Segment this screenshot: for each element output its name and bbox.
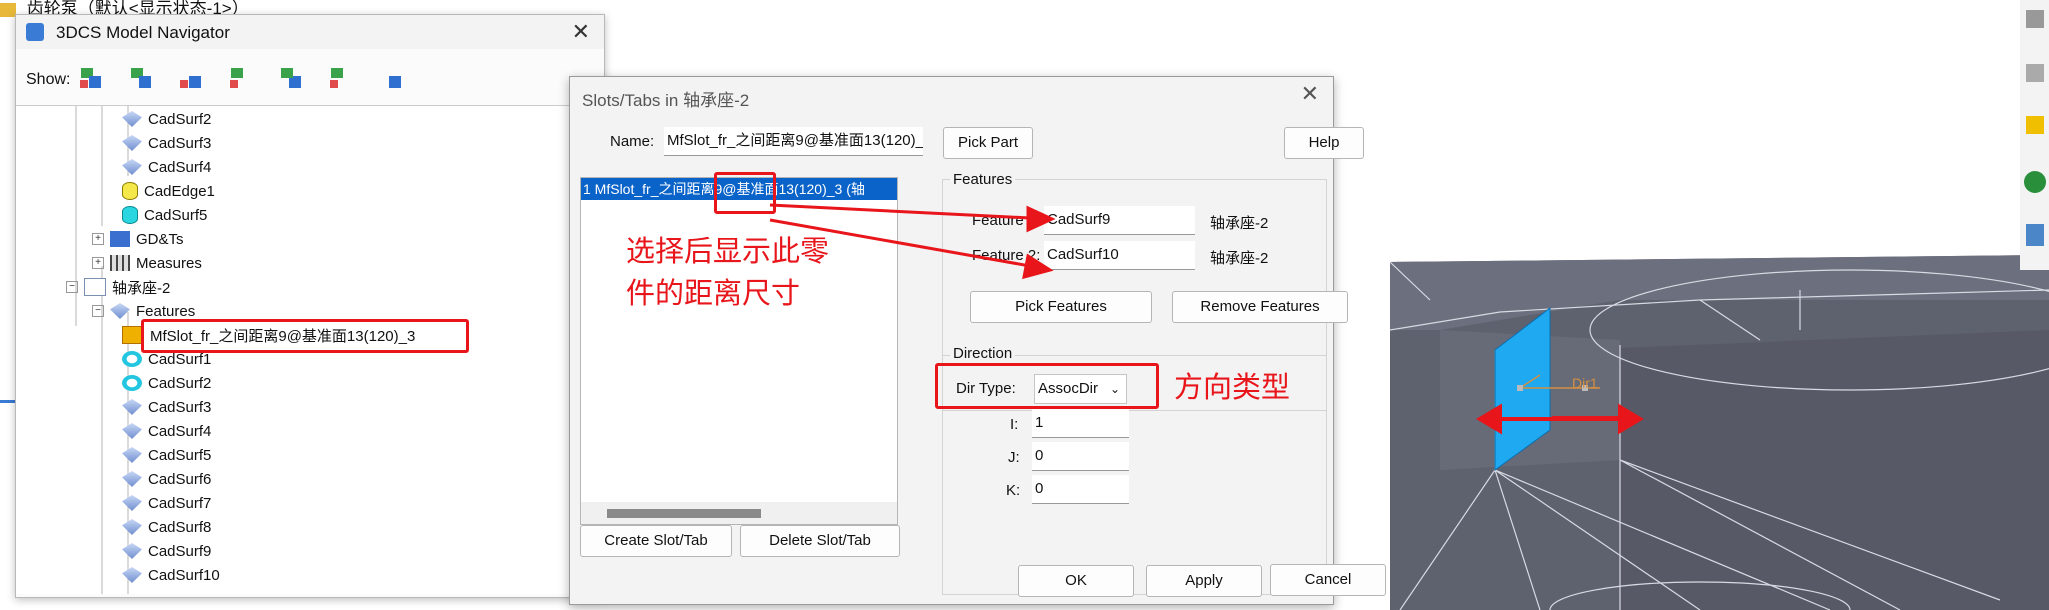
annotation-arrows <box>769 203 1056 280</box>
cancel-button[interactable]: Cancel <box>1270 564 1386 596</box>
annotation-note2: 方向类型 <box>1174 372 1291 404</box>
annotation-note1-line1: 选择后显示此零 <box>626 236 830 268</box>
annotation-note1-line2: 件的距离尺寸 <box>626 278 801 310</box>
